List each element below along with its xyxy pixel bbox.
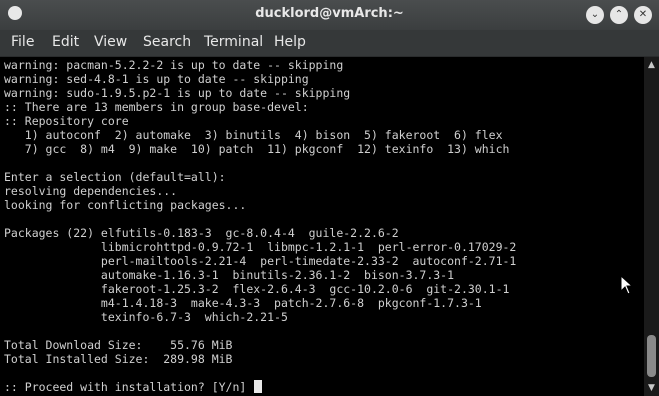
- scrollbar-thumb[interactable]: [647, 335, 656, 377]
- scrollbar[interactable]: ▲ ▼: [644, 57, 659, 396]
- terminal-line: Total Installed Size: 289.98 MiB: [4, 352, 233, 366]
- terminal-line: :: Repository core: [4, 114, 129, 128]
- terminal-line: Enter a selection (default=all):: [4, 170, 226, 184]
- terminal-line: :: There are 13 members in group base-de…: [4, 100, 309, 114]
- terminal-line: texinfo-6.7-3 which-2.21-5: [4, 310, 288, 324]
- terminal-line: Total Download Size: 55.76 MiB: [4, 338, 233, 352]
- menu-help[interactable]: Help: [274, 34, 306, 50]
- title-bar[interactable]: ducklord@vmArch:~ ⌄ ⌃ ✕: [0, 0, 659, 30]
- terminal-line: perl-mailtools-2.21-4 perl-timedate-2.33…: [4, 254, 517, 268]
- scroll-up-icon[interactable]: ▲: [644, 59, 659, 71]
- text-cursor: [254, 380, 263, 393]
- mouse-pointer-icon: [620, 274, 634, 295]
- terminal-line: 1) autoconf 2) automake 3) binutils 4) b…: [4, 128, 503, 142]
- scroll-down-icon[interactable]: ▼: [644, 382, 659, 394]
- window-title: ducklord@vmArch:~: [255, 6, 404, 21]
- terminal-line: m4-1.4.18-3 make-4.3-3 patch-2.7.6-8 pkg…: [4, 296, 482, 310]
- terminal-line: libmicrohttpd-0.9.72-1 libmpc-1.2.1-1 pe…: [4, 240, 517, 254]
- terminal-line: Packages (22) elfutils-0.183-3 gc-8.0.4-…: [4, 226, 399, 240]
- terminal-prompt-line[interactable]: :: Proceed with installation? [Y/n]: [4, 380, 263, 394]
- terminal-line: looking for conflicting packages...: [4, 198, 247, 212]
- terminal-line: fakeroot-1.25.3-2 flex-2.6.4-3 gcc-10.2.…: [4, 282, 510, 296]
- close-icon[interactable]: ✕: [634, 6, 652, 24]
- menu-view[interactable]: View: [94, 34, 127, 50]
- menu-search[interactable]: Search: [143, 34, 191, 50]
- menu-terminal[interactable]: Terminal: [204, 34, 263, 50]
- minimize-icon[interactable]: ⌄: [586, 6, 604, 24]
- maximize-icon[interactable]: ⌃: [610, 6, 628, 24]
- menu-edit[interactable]: Edit: [52, 34, 79, 50]
- terminal-line: 7) gcc 8) m4 9) make 10) patch 11) pkgco…: [4, 142, 510, 156]
- terminal-line: warning: sed-4.8-1 is up to date -- skip…: [4, 72, 309, 86]
- terminal-window: ducklord@vmArch:~ ⌄ ⌃ ✕ File Edit View S…: [0, 0, 659, 396]
- terminal-line: warning: pacman-5.2.2-2 is up to date --…: [4, 58, 344, 72]
- terminal-output[interactable]: warning: pacman-5.2.2-2 is up to date --…: [0, 57, 644, 396]
- terminal-line: warning: sudo-1.9.5.p2-1 is up to date -…: [4, 86, 351, 100]
- menu-bar: File Edit View Search Terminal Help: [0, 30, 659, 57]
- terminal-line: resolving dependencies...: [4, 184, 178, 198]
- prompt-text: :: Proceed with installation? [Y/n]: [4, 380, 254, 394]
- menu-file[interactable]: File: [11, 34, 34, 50]
- terminal-line: automake-1.16.3-1 binutils-2.36.1-2 biso…: [4, 268, 455, 282]
